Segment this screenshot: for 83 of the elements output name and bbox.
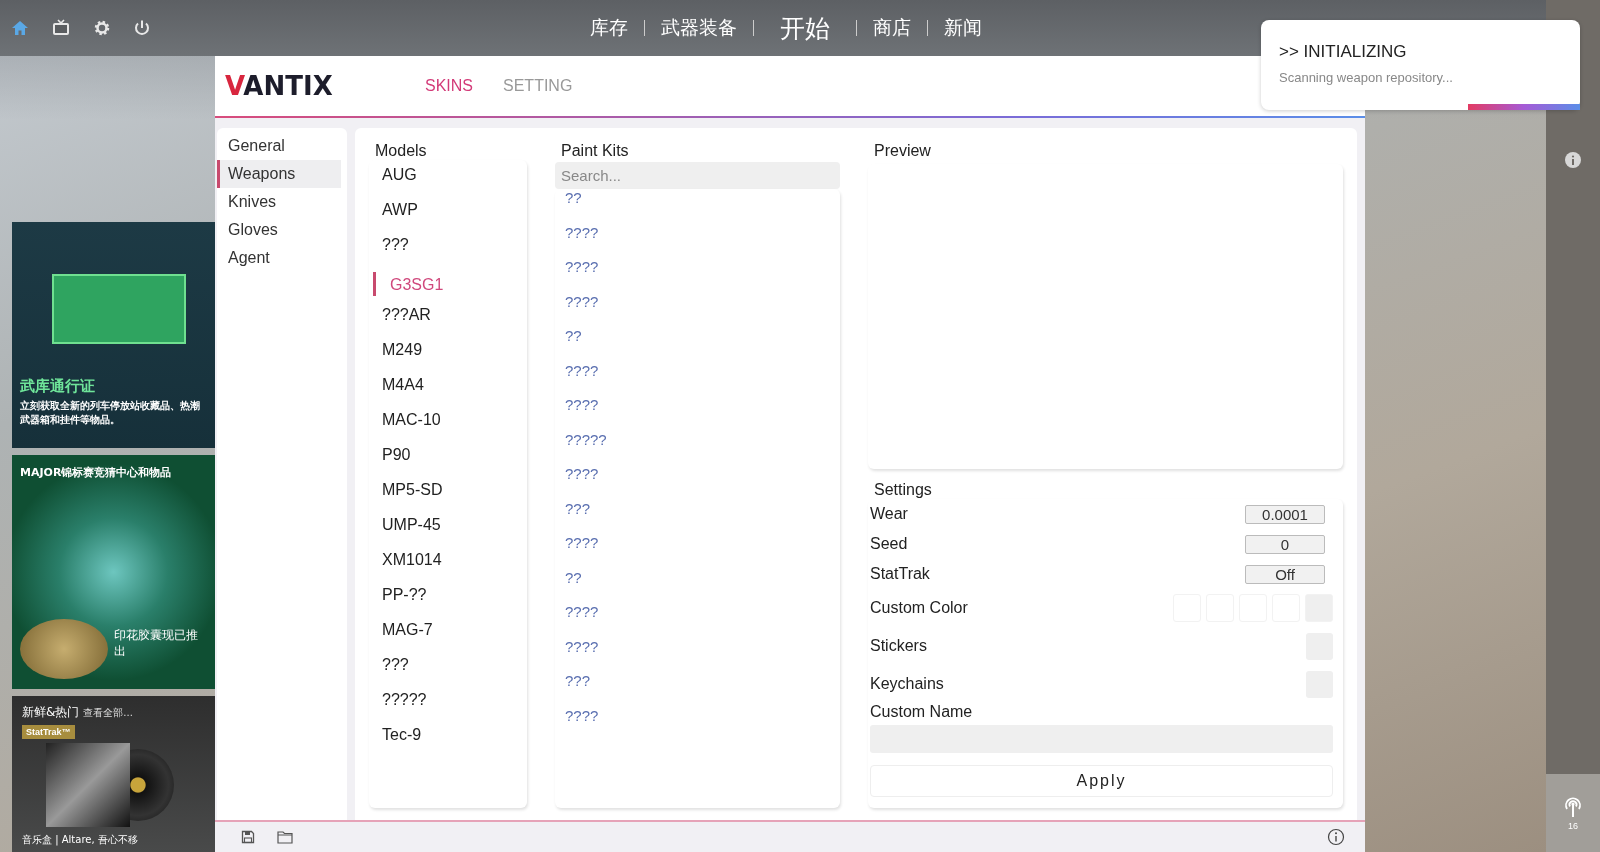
paint-kit-item[interactable]: ????	[565, 603, 830, 638]
nav-link[interactable]: 武器装备	[661, 15, 737, 41]
value-field[interactable]: 0	[1245, 534, 1325, 554]
model-item[interactable]: Tec-9	[373, 722, 519, 757]
model-item[interactable]: UMP-45	[373, 512, 519, 547]
model-item[interactable]: ???AR	[373, 302, 519, 337]
paint-kit-item[interactable]: ??	[565, 327, 830, 362]
settings-icon[interactable]	[93, 19, 111, 37]
paint-kit-item[interactable]: ????	[565, 396, 830, 431]
item-name: 音乐盒 | Altare, 吾心不移	[22, 833, 139, 847]
model-item[interactable]: MAC-10	[373, 407, 519, 442]
card-title: 新鲜&热门	[22, 704, 80, 721]
store-card[interactable]: 新鲜&热门 查看全部... StatTrak™ 音乐盒 | Altare, 吾心不移	[12, 696, 215, 852]
paint-kit-item[interactable]: ????	[565, 637, 830, 672]
sidebar-item[interactable]: Knives	[217, 188, 341, 216]
store-card[interactable]: MAJOR锦标赛竞猜中心和物品 印花胶囊现已推出	[12, 455, 215, 689]
model-item[interactable]: M249	[373, 337, 519, 372]
folder-icon[interactable]	[277, 830, 293, 844]
setting-label: Keychains	[870, 675, 944, 693]
model-item[interactable]: M4A4	[373, 372, 519, 407]
setting-label: Custom Color	[870, 599, 968, 617]
section-title: Paint Kits	[560, 142, 630, 160]
model-item[interactable]: MAG-7	[373, 617, 519, 652]
nav-link[interactable]: 库存	[590, 15, 628, 41]
save-icon[interactable]	[241, 830, 255, 844]
model-item[interactable]: MP5-SD	[373, 477, 519, 512]
section-title: Preview	[873, 142, 932, 160]
setting-label: Stickers	[870, 637, 927, 655]
paint-kit-item[interactable]: ?????	[565, 430, 830, 465]
model-item[interactable]: PP-??	[373, 582, 519, 617]
tab[interactable]: SKINS	[425, 77, 473, 95]
paint-kit-item[interactable]: ????	[565, 465, 830, 500]
value-field[interactable]: 0.0001	[1245, 504, 1325, 524]
paint-kit-item[interactable]: ????	[565, 258, 830, 293]
info-icon[interactable]	[1327, 828, 1345, 846]
model-item[interactable]: P90	[373, 442, 519, 477]
card-description: 印花胶囊现已推出	[114, 626, 199, 660]
paint-kit-item[interactable]: ???	[565, 672, 830, 707]
apply-button[interactable]: Apply	[870, 765, 1333, 797]
antenna-icon	[1562, 795, 1584, 819]
model-item[interactable]: ???	[373, 652, 519, 687]
paint-kit-item[interactable]: ????	[565, 223, 830, 258]
setting-label: Custom Name	[870, 703, 974, 721]
search-field[interactable]: Search...	[555, 162, 840, 189]
section-title: Models	[374, 142, 428, 160]
card-description: 立刻获取全新的列车停放站收藏品、热潮武器箱和挂件等物品。	[20, 399, 201, 427]
setting-label: StatTrak	[870, 565, 930, 583]
paint-kit-item[interactable]: ???	[565, 499, 830, 534]
card-title: MAJOR锦标赛竞猜中心和物品	[20, 465, 173, 480]
info-icon[interactable]	[1565, 152, 1581, 168]
app-logo: VANTIX	[225, 71, 334, 101]
setting-label: Wear	[870, 505, 908, 523]
sidebar-item[interactable]: Gloves	[217, 216, 341, 244]
nav-link[interactable]: 开始	[770, 11, 840, 45]
paint-kit-item[interactable]: ????	[565, 534, 830, 569]
paint-kit-item[interactable]: ??	[565, 568, 830, 603]
model-item[interactable]: XM1014	[373, 547, 519, 582]
model-item[interactable]: AUG	[373, 162, 519, 197]
paint-kit-item[interactable]: ????	[565, 706, 830, 741]
notification-title: >> INITIALIZING	[1279, 42, 1408, 62]
home-icon[interactable]	[11, 19, 29, 37]
tv-icon[interactable]	[51, 19, 71, 37]
card-title: 武库通行证	[20, 377, 96, 396]
stattrak-badge: StatTrak™	[22, 725, 75, 739]
notification-text: Scanning weapon repository...	[1279, 70, 1454, 85]
model-item[interactable]: ???	[373, 232, 519, 267]
model-item[interactable]: AWP	[373, 197, 519, 232]
nav-link[interactable]: 商店	[873, 15, 911, 41]
store-card[interactable]: 武库通行证 立刻获取全新的列车停放站收藏品、热潮武器箱和挂件等物品。	[12, 222, 215, 448]
nav-link[interactable]: 新闻	[944, 15, 982, 41]
section-title: Settings	[873, 481, 933, 499]
model-item[interactable]: G3SG1	[373, 272, 519, 296]
paint-kit-item[interactable]: ????	[565, 361, 830, 396]
value-field[interactable]: Off	[1245, 564, 1325, 584]
model-item[interactable]: ?????	[373, 687, 519, 722]
view-all-link[interactable]: 查看全部...	[83, 706, 133, 720]
sidebar-item[interactable]: General	[217, 132, 341, 160]
sidebar-item[interactable]: Weapons	[217, 160, 341, 188]
sidebar-item[interactable]: Agent	[217, 244, 341, 272]
paint-kit-item[interactable]: ????	[565, 292, 830, 327]
paint-kit-item[interactable]: ??	[565, 189, 830, 224]
power-icon[interactable]	[133, 19, 151, 37]
setting-label: Seed	[870, 535, 908, 553]
